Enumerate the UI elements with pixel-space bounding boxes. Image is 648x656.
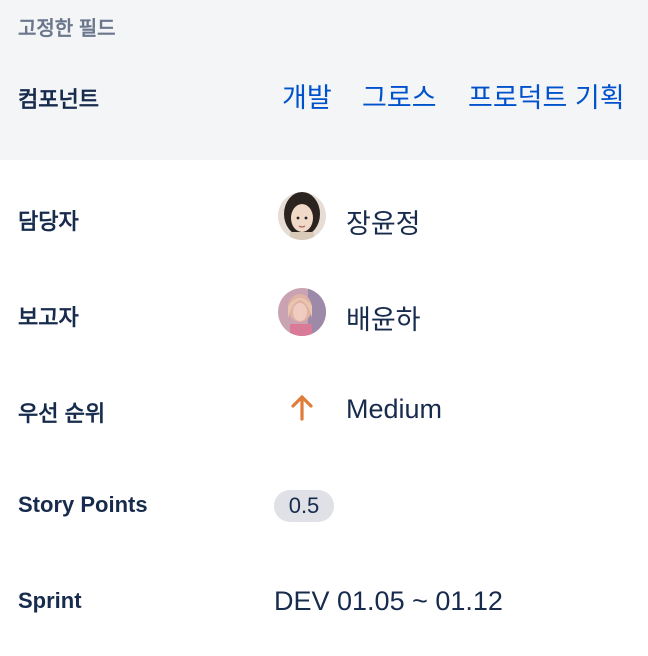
- priority-label: 우선 순위: [18, 401, 106, 426]
- reporter-avatar[interactable]: [278, 288, 326, 336]
- assignee-name[interactable]: 장윤정: [346, 202, 421, 241]
- component-link-product-planning[interactable]: 프로덕트 기획: [468, 76, 625, 115]
- arrow-up-icon: [291, 395, 313, 421]
- reporter-label: 보고자: [18, 305, 79, 330]
- components-label: 컴포넌트: [18, 87, 99, 112]
- sprint-label: Sprint: [18, 588, 82, 613]
- component-link-growth[interactable]: 그로스: [362, 76, 437, 115]
- component-link-dev[interactable]: 개발: [282, 76, 332, 115]
- assignee-avatar-image: [278, 192, 326, 240]
- priority-value[interactable]: Medium: [346, 394, 442, 425]
- story-points-label: Story Points: [18, 492, 148, 517]
- sprint-value[interactable]: DEV 01.05 ~ 01.12: [274, 586, 503, 617]
- reporter-avatar-image: [278, 288, 326, 336]
- reporter-name[interactable]: 배윤하: [346, 298, 421, 337]
- pinned-fields-section: 고정한 필드 컴포넌트 개발 그로스 프로덕트 기획: [0, 0, 648, 160]
- story-points-badge[interactable]: 0.5: [274, 490, 334, 522]
- pinned-fields-title: 고정한 필드: [18, 18, 116, 40]
- assignee-label: 담당자: [18, 209, 79, 234]
- assignee-avatar[interactable]: [278, 192, 326, 240]
